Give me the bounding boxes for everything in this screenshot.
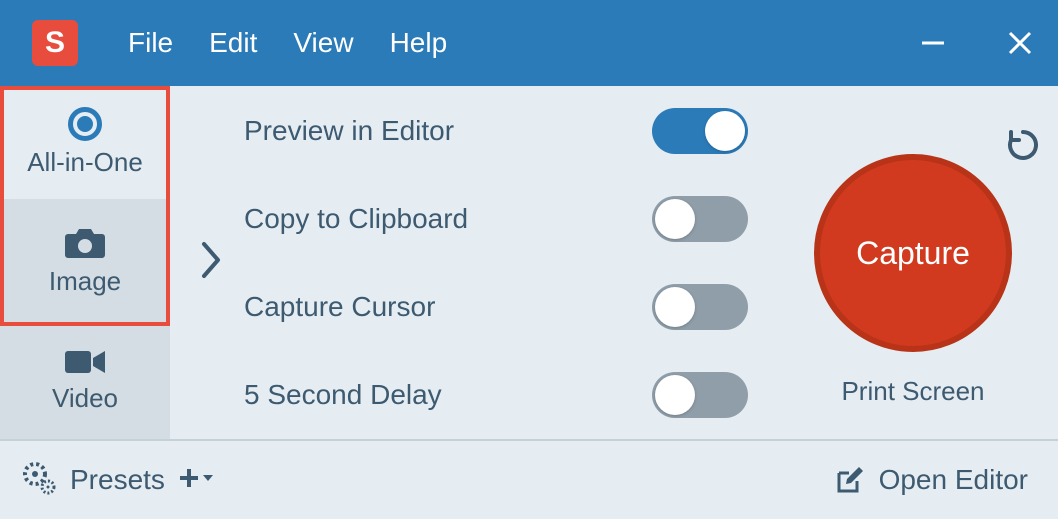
video-icon bbox=[63, 347, 107, 377]
setting-5-second-delay: 5 Second Delay bbox=[244, 372, 768, 418]
tab-video[interactable]: Video bbox=[0, 324, 170, 436]
expand-chevron[interactable] bbox=[170, 238, 244, 287]
chevron-right-icon bbox=[200, 238, 222, 282]
capture-button-label: Capture bbox=[856, 235, 970, 272]
toggle-capture-cursor[interactable] bbox=[652, 284, 748, 330]
menu-help[interactable]: Help bbox=[390, 27, 448, 59]
settings-panel: Preview in Editor Copy to Clipboard Capt… bbox=[170, 86, 1058, 439]
titlebar: S File Edit View Help bbox=[0, 0, 1058, 86]
camera-icon bbox=[64, 226, 106, 260]
capture-hotkey[interactable]: Print Screen bbox=[841, 376, 984, 407]
toggle-5-second-delay[interactable] bbox=[652, 372, 748, 418]
setting-capture-cursor: Capture Cursor bbox=[244, 284, 768, 330]
app-logo: S bbox=[32, 20, 78, 66]
close-icon bbox=[1006, 29, 1034, 57]
tab-all-in-one[interactable]: All-in-One bbox=[0, 86, 170, 199]
setting-label: Capture Cursor bbox=[244, 291, 652, 323]
tab-label: Video bbox=[52, 383, 118, 414]
setting-preview-in-editor: Preview in Editor bbox=[244, 108, 768, 154]
toggle-copy-to-clipboard[interactable] bbox=[652, 196, 748, 242]
close-button[interactable] bbox=[1006, 29, 1034, 57]
setting-copy-to-clipboard: Copy to Clipboard bbox=[244, 196, 768, 242]
presets-button[interactable]: Presets bbox=[70, 464, 165, 496]
minimize-button[interactable] bbox=[920, 30, 946, 56]
open-editor-button[interactable]: Open Editor bbox=[835, 464, 1028, 496]
minimize-icon bbox=[920, 30, 946, 56]
settings-list: Preview in Editor Copy to Clipboard Capt… bbox=[244, 84, 768, 442]
menu-file[interactable]: File bbox=[128, 27, 173, 59]
footer: Presets Open Editor bbox=[0, 439, 1058, 519]
plus-dropdown-icon bbox=[179, 466, 215, 490]
setting-label: Copy to Clipboard bbox=[244, 203, 652, 235]
radio-icon bbox=[68, 107, 102, 141]
window-controls bbox=[920, 29, 1034, 57]
menu-edit[interactable]: Edit bbox=[209, 27, 257, 59]
setting-label: 5 Second Delay bbox=[244, 379, 652, 411]
footer-left: Presets bbox=[22, 461, 215, 500]
tab-image[interactable]: Image bbox=[0, 199, 170, 324]
tab-label: Image bbox=[49, 266, 121, 297]
reset-button[interactable] bbox=[1006, 128, 1040, 167]
gear-icon[interactable] bbox=[22, 461, 56, 500]
main-area: All-in-One Image Video Preview in bbox=[0, 86, 1058, 439]
add-preset-button[interactable] bbox=[179, 466, 215, 495]
main-menu: File Edit View Help bbox=[128, 27, 447, 59]
undo-icon bbox=[1006, 128, 1040, 162]
app-logo-letter: S bbox=[45, 26, 65, 60]
open-editor-label: Open Editor bbox=[879, 464, 1028, 496]
mode-sidebar: All-in-One Image Video bbox=[0, 86, 170, 439]
tab-label: All-in-One bbox=[27, 147, 143, 178]
open-editor-icon bbox=[835, 465, 865, 495]
setting-label: Preview in Editor bbox=[244, 115, 652, 147]
toggle-preview-in-editor[interactable] bbox=[652, 108, 748, 154]
capture-area: Capture Print Screen bbox=[768, 118, 1058, 407]
menu-view[interactable]: View bbox=[293, 27, 353, 59]
capture-button[interactable]: Capture bbox=[814, 154, 1012, 352]
